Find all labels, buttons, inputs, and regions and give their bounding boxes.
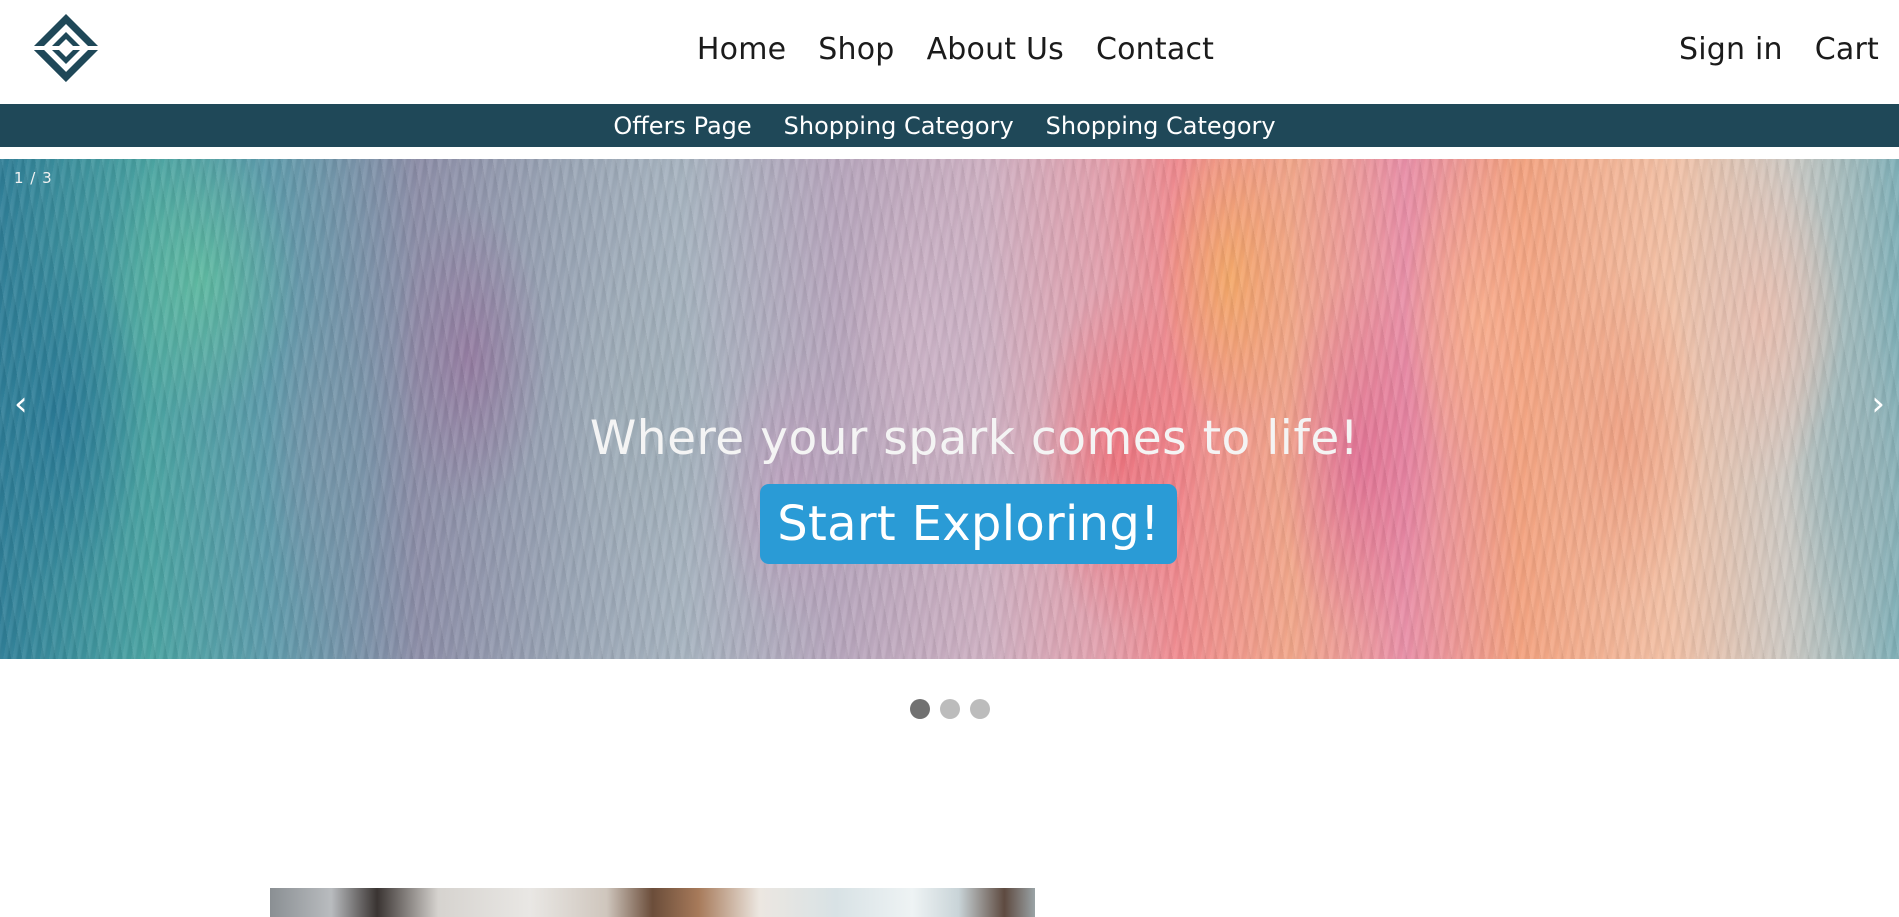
shopping-category-link-1[interactable]: Shopping Category — [784, 112, 1014, 140]
start-exploring-button[interactable]: Start Exploring! — [760, 484, 1177, 564]
hero-caption: Where your spark comes to life! — [589, 411, 1360, 466]
main-nav: Home Shop About Us Contact — [0, 0, 1899, 98]
nav-shop-link[interactable]: Shop — [818, 32, 894, 67]
site-header: Home Shop About Us Contact Sign in Cart — [0, 0, 1899, 104]
nav-home-link[interactable]: Home — [697, 32, 786, 67]
cart-link[interactable]: Cart — [1815, 32, 1879, 67]
carousel-dot-1[interactable] — [909, 699, 930, 719]
hero-background-image — [0, 159, 1899, 659]
carousel-dot-3[interactable] — [969, 699, 990, 719]
hero-carousel: 1 / 3 ‹ › Where your spark comes to life… — [0, 159, 1899, 659]
shopping-category-link-2[interactable]: Shopping Category — [1046, 112, 1276, 140]
nav-contact-link[interactable]: Contact — [1096, 32, 1214, 67]
feature-image — [270, 888, 1035, 917]
offers-page-link[interactable]: Offers Page — [613, 112, 751, 140]
diamond-logo-icon[interactable] — [28, 12, 104, 88]
nav-about-link[interactable]: About Us — [927, 32, 1064, 67]
category-bar: Offers Page Shopping Category Shopping C… — [0, 104, 1899, 147]
account-nav: Sign in Cart — [1679, 0, 1879, 98]
sign-in-link[interactable]: Sign in — [1679, 32, 1783, 67]
slide-counter: 1 / 3 — [14, 169, 53, 187]
carousel-dots — [0, 699, 1899, 719]
carousel-dot-2[interactable] — [939, 699, 960, 719]
